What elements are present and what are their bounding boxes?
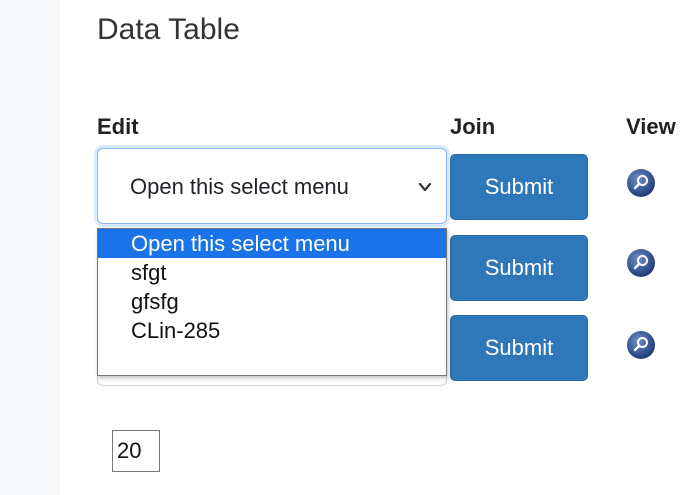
submit-button-row-1[interactable]: Submit [450, 154, 588, 220]
magnifier-icon[interactable] [626, 168, 656, 198]
page: Data Table Edit Join View Open this sele… [0, 0, 694, 495]
page-title: Data Table [97, 13, 240, 46]
column-header-join: Join [450, 114, 496, 139]
select-option[interactable]: gfsfg [98, 287, 446, 316]
submit-button-row-2[interactable]: Submit [450, 235, 588, 301]
magnifier-icon[interactable] [626, 248, 656, 278]
chevron-down-icon [418, 182, 432, 192]
column-header-view: View [626, 114, 676, 139]
page-size-select[interactable]: 20 [112, 430, 160, 472]
select-dropdown-list: Open this select menu sfgt gfsfg CLin-28… [97, 228, 447, 376]
select-option[interactable]: Open this select menu [98, 229, 446, 258]
select-value: Open this select menu [130, 174, 349, 199]
select-option[interactable]: sfgt [98, 258, 446, 287]
magnifier-icon[interactable] [626, 330, 656, 360]
submit-button-row-3[interactable]: Submit [450, 315, 588, 381]
select-option[interactable]: CLin-285 [98, 316, 446, 345]
column-header-edit: Edit [97, 114, 139, 139]
row-1-select[interactable]: Open this select menu [97, 148, 447, 224]
left-gutter [0, 0, 60, 495]
